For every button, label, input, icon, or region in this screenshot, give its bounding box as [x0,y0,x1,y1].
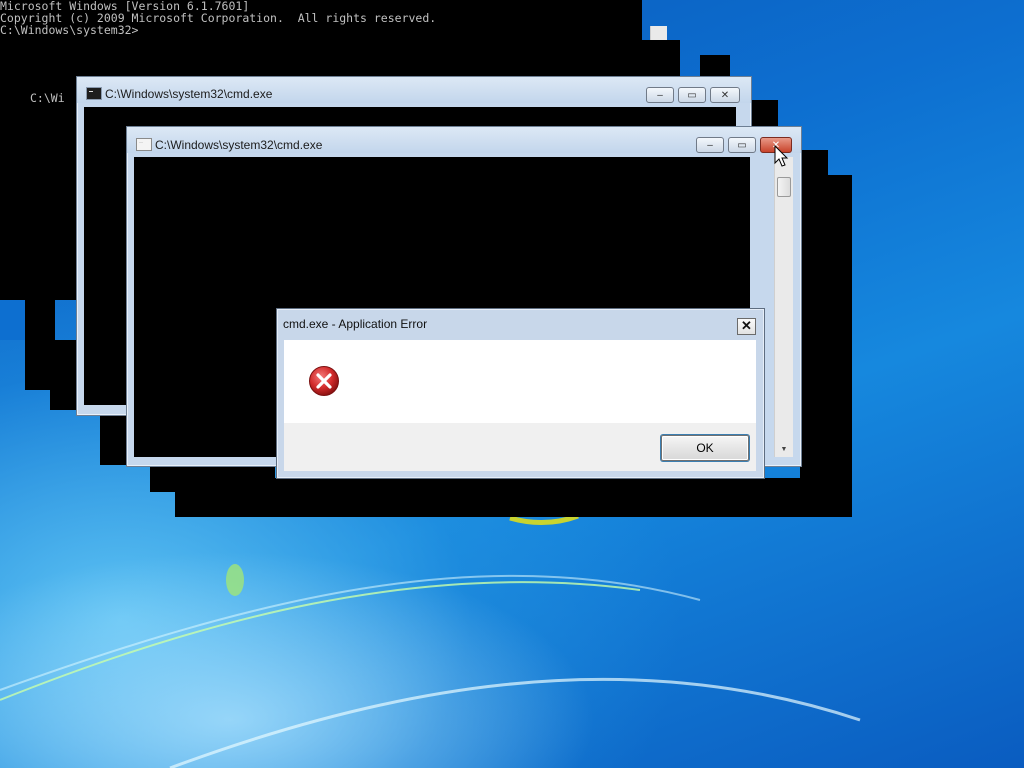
window-title: C:\Windows\system32\cmd.exe [155,138,323,152]
error-icon [309,366,339,396]
dialog-title: cmd.exe - Application Error [283,317,428,331]
scroll-down-arrow[interactable]: ▼ [775,446,793,453]
minimize-button[interactable]: – [696,137,724,153]
console-line: C:\Windows\system32> [0,23,139,37]
dialog-body: OK [284,340,756,471]
console-trail [175,478,852,517]
window-title: C:\Windows\system32\cmd.exe [105,87,273,101]
scrollbar-thumb[interactable] [777,177,791,197]
minimize-button[interactable]: – [646,87,674,103]
close-button[interactable]: ✕ [710,87,740,103]
ok-button[interactable]: OK [661,435,749,461]
dialog-message-area [284,340,756,423]
desktop-sliver [0,300,25,340]
mouse-cursor-icon [774,145,789,167]
console-trail [800,150,828,175]
cmd-icon [86,87,102,100]
application-error-dialog[interactable]: cmd.exe - Application Error ✕ OK [276,308,765,479]
maximize-button[interactable]: ▭ [728,137,756,153]
dialog-close-button[interactable]: ✕ [737,318,756,335]
console-trail [800,175,852,517]
maximize-button[interactable]: ▭ [678,87,706,103]
vertical-scrollbar[interactable]: ▼ [774,157,793,457]
cmd-icon [136,138,152,151]
console-partial-prompt: C:\Wi [30,91,65,105]
